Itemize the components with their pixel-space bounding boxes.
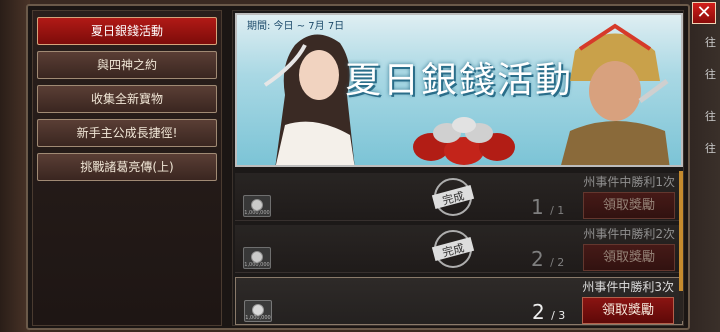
- silver-coin-reward[interactable]: 1,000,000: [243, 247, 271, 269]
- mission-name: 州事件中勝利1次: [583, 175, 675, 189]
- mission-progress: 1 / 1: [531, 195, 581, 219]
- progress-total: / 3: [551, 309, 566, 322]
- mission-row: 1,000,000 完成 州事件中勝利2次 2 / 2 領取獎勵: [235, 225, 683, 273]
- menu-item-summer-silver[interactable]: 夏日銀錢活動: [37, 17, 217, 45]
- background-tab: 往: [705, 68, 716, 81]
- menu-item-collect-treasures[interactable]: 收集全新寶物: [37, 85, 217, 113]
- menu-item-four-gods[interactable]: 與四神之約: [37, 51, 217, 79]
- progress-current: 2: [531, 247, 544, 271]
- progress-total: / 2: [550, 256, 565, 269]
- menu-item-newbie-shortcut[interactable]: 新手主公成長捷徑!: [37, 119, 217, 147]
- completed-stamp-text: 完成: [441, 188, 466, 207]
- reward-amount: 1,000,000: [245, 315, 271, 321]
- money-bags-icon: [413, 117, 515, 165]
- mission-row: 1,000,000 州事件中勝利3次 2 / 3 領取獎勵: [235, 277, 683, 325]
- background-tab: 往: [705, 36, 716, 49]
- mission-list-scrollbar[interactable]: [679, 171, 683, 321]
- event-banner: 期間: 今日 ~ 7月 7日 夏日銀錢活動: [235, 13, 683, 167]
- completed-stamp-icon: 完成: [431, 178, 475, 216]
- close-icon[interactable]: ✕: [692, 2, 716, 24]
- reward-amount: 1,000,000: [244, 262, 270, 268]
- silver-coin-reward[interactable]: 1,000,000: [243, 195, 271, 217]
- silver-coin-reward[interactable]: 1,000,000: [244, 300, 272, 322]
- mission-name: 州事件中勝利3次: [582, 280, 674, 294]
- scrollbar-thumb[interactable]: [679, 171, 683, 291]
- completed-stamp-icon: 完成: [431, 230, 475, 268]
- background-tab: 往: [705, 110, 716, 123]
- claim-reward-button[interactable]: 領取獎勵: [583, 192, 675, 219]
- mission-progress: 2 / 3: [532, 300, 582, 324]
- event-content: 期間: 今日 ~ 7月 7日 夏日銀錢活動 1,000,000 完成 州事件中勝…: [232, 10, 684, 326]
- claim-reward-button[interactable]: 領取獎勵: [582, 297, 674, 324]
- menu-item-zhuge-challenge[interactable]: 挑戰諸葛亮傳(上): [37, 153, 217, 181]
- background-tab: 往: [705, 142, 716, 155]
- progress-current: 2: [532, 300, 545, 324]
- reward-amount: 1,000,000: [244, 210, 270, 216]
- progress-current: 1: [531, 195, 544, 219]
- progress-total: / 1: [550, 204, 565, 217]
- mission-name: 州事件中勝利2次: [583, 227, 675, 241]
- event-window: 夏日銀錢活動 與四神之約 收集全新寶物 新手主公成長捷徑! 挑戰諸葛亮傳(上) …: [26, 4, 690, 330]
- mission-row: 1,000,000 完成 州事件中勝利1次 1 / 1 領取獎勵: [235, 173, 683, 221]
- completed-stamp-text: 完成: [441, 240, 466, 259]
- mission-progress: 2 / 2: [531, 247, 581, 271]
- claim-reward-button[interactable]: 領取獎勵: [583, 244, 675, 271]
- event-menu: 夏日銀錢活動 與四神之約 收集全新寶物 新手主公成長捷徑! 挑戰諸葛亮傳(上): [32, 10, 222, 326]
- banner-title: 夏日銀錢活動: [345, 60, 574, 101]
- male-character-illustration: [561, 23, 670, 165]
